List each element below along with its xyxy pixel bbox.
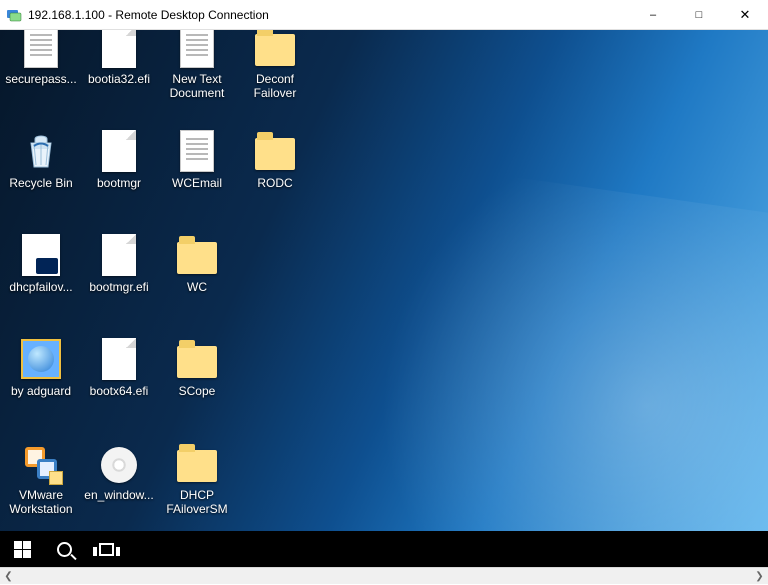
taskbar: [0, 531, 768, 567]
vmware-workstation-icon: [21, 443, 61, 483]
desktop-icon[interactable]: VMware Workstation: [2, 440, 80, 544]
task-view-icon: [93, 543, 120, 556]
desktop-icon[interactable]: bootmgr: [80, 128, 158, 232]
horizontal-scrollbar[interactable]: ❮ ❯: [0, 567, 768, 584]
remote-desktop[interactable]: securepass... bootia32.efi New Text Docume…: [0, 30, 768, 567]
file-icon: [102, 234, 136, 276]
desktop-icon-label: WC: [187, 280, 207, 294]
close-button[interactable]: ✕: [722, 0, 768, 29]
desktop-icon[interactable]: bootx64.efi: [80, 336, 158, 440]
desktop-icon-label: en_window...: [84, 488, 153, 502]
desktop-icon[interactable]: Deconf Failover: [236, 30, 314, 128]
recycle-bin-icon: [21, 131, 61, 171]
start-button[interactable]: [10, 537, 34, 561]
desktop-icon-label: New Text Document: [170, 72, 225, 100]
scroll-left-button[interactable]: ❮: [0, 568, 17, 585]
desktop-icon-label: bootx64.efi: [90, 384, 149, 398]
desktop-icon[interactable]: New Text Document: [158, 30, 236, 128]
file-icon: [102, 130, 136, 172]
desktop-icon-label: bootmgr.efi: [89, 280, 148, 294]
desktop-icon-label: VMware Workstation: [9, 488, 72, 516]
powershell-script-icon: >_: [22, 234, 60, 276]
desktop-icon-label: securepass...: [5, 72, 76, 86]
desktop-icon-label: by adguard: [11, 384, 71, 398]
file-icon: [102, 338, 136, 380]
text-document-icon: [180, 30, 214, 68]
folder-icon: [255, 34, 295, 66]
desktop-icon-label: DHCP FAiloverSM: [166, 488, 227, 516]
search-icon: [57, 542, 72, 557]
desktop-icon-label: bootia32.efi: [88, 72, 150, 86]
taskbar-search-button[interactable]: [52, 537, 76, 561]
windows-logo-icon: [14, 541, 31, 558]
desktop-icon[interactable]: DHCP FAiloverSM: [158, 440, 236, 544]
desktop-icon[interactable]: en_window...: [80, 440, 158, 544]
html-document-icon: [21, 339, 61, 379]
text-document-icon: [24, 30, 58, 68]
file-icon: [102, 30, 136, 68]
minimize-button[interactable]: –: [630, 0, 676, 29]
desktop-icon[interactable]: securepass...: [2, 30, 80, 128]
desktop-icon-label: Deconf Failover: [254, 72, 297, 100]
desktop-icon[interactable]: bootia32.efi: [80, 30, 158, 128]
desktop-icon[interactable]: Recycle Bin: [2, 128, 80, 232]
desktop-icon[interactable]: WCEmail: [158, 128, 236, 232]
folder-icon: [177, 242, 217, 274]
rdc-app-icon: [6, 7, 22, 23]
desktop-icon[interactable]: bootmgr.efi: [80, 232, 158, 336]
desktop-icon-label: WCEmail: [172, 176, 222, 190]
folder-icon: [177, 346, 217, 378]
desktop-icon[interactable]: RODC: [236, 128, 314, 232]
desktop-icon-label: SCope: [179, 384, 216, 398]
desktop-icon-grid: securepass... bootia32.efi New Text Docume…: [0, 30, 314, 544]
folder-icon: [177, 450, 217, 482]
text-document-icon: [180, 130, 214, 172]
disc-image-icon: [101, 447, 137, 483]
window-controls: – □ ✕: [630, 0, 768, 29]
rdc-titlebar: 192.168.1.100 - Remote Desktop Connectio…: [0, 0, 768, 30]
maximize-button[interactable]: □: [676, 0, 722, 29]
desktop-icon[interactable]: WC: [158, 232, 236, 336]
desktop-icon[interactable]: >_ dhcpfailov...: [2, 232, 80, 336]
folder-icon: [255, 138, 295, 170]
desktop-icon-label: dhcpfailov...: [9, 280, 72, 294]
desktop-icon-label: RODC: [257, 176, 292, 190]
window-title: 192.168.1.100 - Remote Desktop Connectio…: [28, 8, 269, 22]
scroll-right-button[interactable]: ❯: [751, 568, 768, 585]
desktop-icon-label: Recycle Bin: [9, 176, 72, 190]
task-view-button[interactable]: [94, 537, 118, 561]
desktop-icon[interactable]: SCope: [158, 336, 236, 440]
desktop-icon-label: bootmgr: [97, 176, 141, 190]
desktop-icon[interactable]: by adguard: [2, 336, 80, 440]
